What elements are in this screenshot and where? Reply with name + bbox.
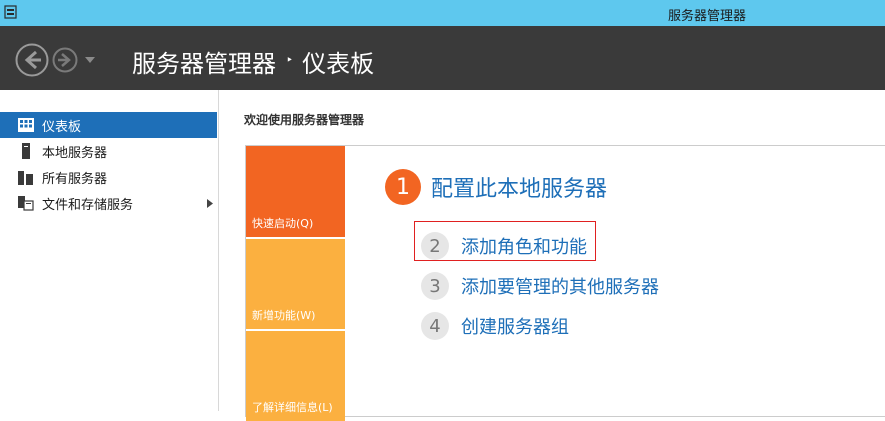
- step-number-badge: 3: [421, 272, 449, 300]
- step-link[interactable]: 创建服务器组: [461, 313, 569, 339]
- quick-start-panel: 快速启动(Q) 新增功能(W) 了解详细信息(L) 1 配置此本地服务器 2 添…: [245, 145, 885, 421]
- step-number-badge: 2: [421, 232, 449, 260]
- file-storage-icon: [17, 194, 35, 212]
- breadcrumb: 服务器管理器 ‣ 仪表板: [132, 44, 374, 79]
- sidebar-item-local-server[interactable]: 本地服务器: [0, 138, 217, 164]
- submenu-arrow-icon[interactable]: [207, 199, 213, 208]
- step-link[interactable]: 添加角色和功能: [461, 233, 587, 259]
- sidebar-item-label: 仪表板: [42, 119, 82, 135]
- forward-button[interactable]: [52, 47, 78, 73]
- header-bar: 服务器管理器 ‣ 仪表板: [0, 26, 885, 90]
- back-button[interactable]: [15, 43, 49, 77]
- tile-learn-more[interactable]: 了解详细信息(L): [246, 331, 345, 421]
- breadcrumb-current: 仪表板: [302, 50, 375, 78]
- servers-icon: [17, 168, 35, 186]
- welcome-heading: 欢迎使用服务器管理器: [244, 113, 365, 127]
- tile-quick-start[interactable]: 快速启动(Q): [246, 146, 345, 237]
- history-dropdown-icon[interactable]: [85, 56, 95, 64]
- tile-label: 快速启动(Q): [252, 217, 314, 230]
- step-number-badge: 4: [421, 312, 449, 340]
- title-bar: 服务器管理器: [0, 0, 885, 26]
- tile-label: 了解详细信息(L): [252, 401, 333, 414]
- step-link[interactable]: 添加要管理的其他服务器: [461, 273, 659, 299]
- breadcrumb-separator-icon: ‣: [286, 52, 294, 67]
- window-title: 服务器管理器: [668, 9, 747, 24]
- dashboard-icon: [17, 116, 35, 134]
- step-link[interactable]: 配置此本地服务器: [431, 171, 607, 203]
- sidebar-item-all-servers[interactable]: 所有服务器: [0, 164, 217, 190]
- sidebar-item-file-storage[interactable]: 文件和存储服务: [0, 190, 217, 216]
- sidebar-item-dashboard[interactable]: 仪表板: [0, 112, 217, 138]
- sidebar: 仪表板 本地服务器 所有服务器 文件和存储服务: [0, 90, 219, 411]
- sidebar-item-label: 文件和存储服务: [42, 197, 134, 213]
- step-configure-local-server[interactable]: 1 配置此本地服务器: [385, 169, 607, 205]
- step-create-server-group[interactable]: 4 创建服务器组: [421, 312, 569, 340]
- sidebar-item-label: 本地服务器: [42, 145, 108, 161]
- breadcrumb-root[interactable]: 服务器管理器: [132, 44, 276, 79]
- app-icon: [4, 5, 17, 19]
- step-add-other-servers[interactable]: 3 添加要管理的其他服务器: [421, 272, 659, 300]
- server-icon: [17, 142, 35, 160]
- step-number-badge: 1: [385, 169, 421, 205]
- tile-label: 新增功能(W): [252, 309, 316, 322]
- step-add-roles-features[interactable]: 2 添加角色和功能: [421, 232, 587, 260]
- tile-whats-new[interactable]: 新增功能(W): [246, 239, 345, 329]
- sidebar-item-label: 所有服务器: [42, 171, 108, 187]
